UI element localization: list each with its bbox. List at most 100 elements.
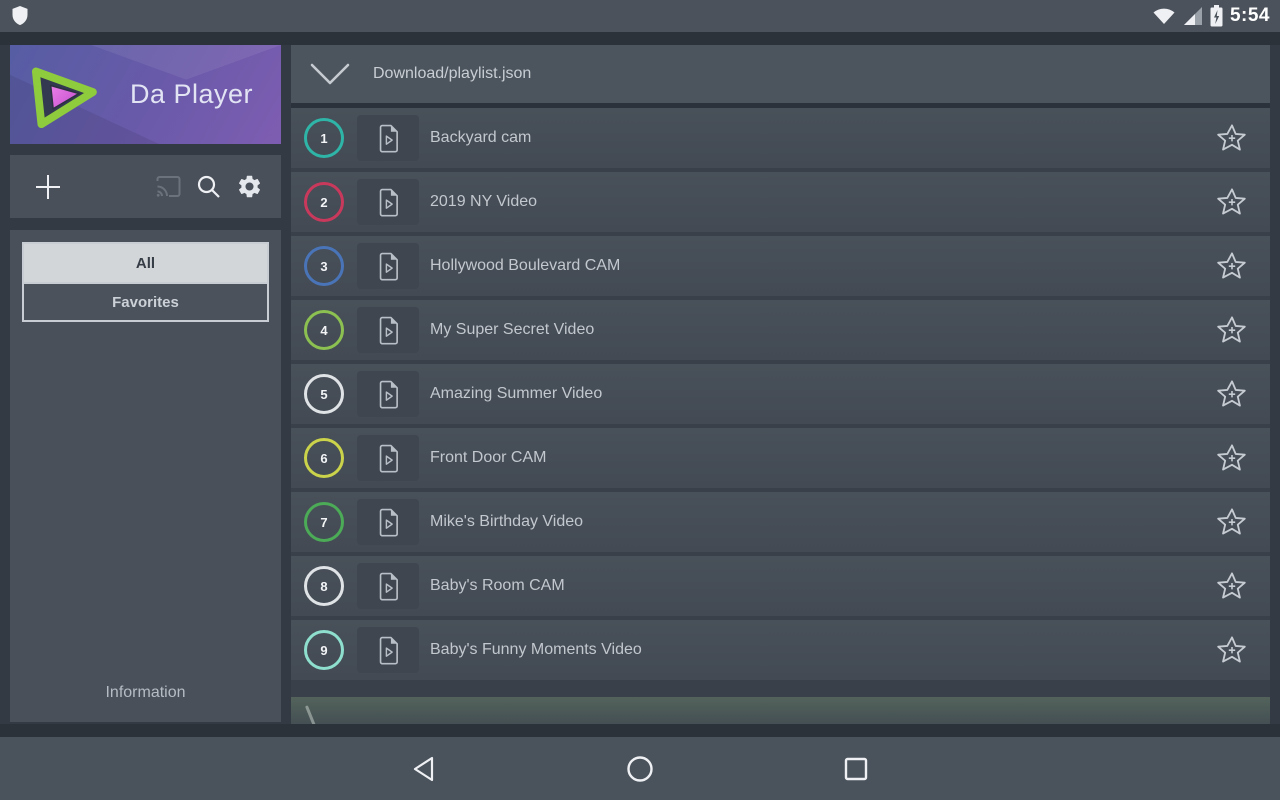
app-title: Da Player	[130, 79, 253, 110]
main-content: Download/playlist.json 1 Backyard cam	[291, 45, 1270, 737]
list-item-5[interactable]: 5 Amazing Summer Video	[291, 364, 1270, 424]
item-file-button[interactable]	[357, 179, 419, 225]
plus-icon	[34, 173, 62, 201]
list-item-1[interactable]: 1 Backyard cam	[291, 108, 1270, 168]
nav-back-button[interactable]	[412, 755, 436, 783]
favorite-star-button[interactable]	[1216, 571, 1248, 602]
wifi-icon	[1152, 6, 1176, 26]
cast-icon	[155, 175, 182, 198]
filter-tabs: All Favorites	[22, 242, 269, 322]
item-file-button[interactable]	[357, 371, 419, 417]
star-add-icon	[1216, 187, 1248, 218]
battery-charging-icon	[1210, 5, 1223, 27]
settings-button[interactable]	[236, 173, 263, 200]
item-title: Baby's Funny Moments Video	[430, 641, 642, 659]
playlist-path: Download/playlist.json	[373, 65, 531, 83]
video-file-icon	[377, 508, 400, 537]
star-add-icon	[1216, 635, 1248, 666]
home-icon	[626, 755, 654, 783]
item-title: Baby's Room CAM	[430, 577, 565, 595]
sidebar-filter-panel: All Favorites Information	[10, 230, 281, 722]
status-separator	[0, 32, 1280, 45]
nav-recents-button[interactable]	[843, 756, 869, 782]
item-number-badge: 7	[304, 502, 344, 542]
video-file-icon	[377, 444, 400, 473]
item-title: Hollywood Boulevard CAM	[430, 257, 620, 275]
favorite-star-button[interactable]	[1216, 315, 1248, 346]
list-item-9[interactable]: 9 Baby's Funny Moments Video	[291, 620, 1270, 680]
search-icon	[196, 174, 222, 200]
video-file-icon	[377, 252, 400, 281]
signal-icon	[1183, 6, 1203, 26]
favorite-star-button[interactable]	[1216, 123, 1248, 154]
favorite-star-button[interactable]	[1216, 635, 1248, 666]
star-add-icon	[1216, 379, 1248, 410]
video-file-icon	[377, 572, 400, 601]
favorite-star-button[interactable]	[1216, 251, 1248, 282]
app-logo-banner: Da Player	[10, 45, 281, 144]
sidebar-toolbar	[10, 155, 281, 218]
list-item-4[interactable]: 4 My Super Secret Video	[291, 300, 1270, 360]
item-file-button[interactable]	[357, 627, 419, 673]
status-time: 5:54	[1230, 5, 1270, 27]
recents-icon	[843, 756, 869, 782]
star-add-icon	[1216, 571, 1248, 602]
item-title: My Super Secret Video	[430, 321, 594, 339]
video-file-icon	[377, 380, 400, 409]
star-add-icon	[1216, 123, 1248, 154]
information-link[interactable]: Information	[10, 684, 281, 702]
star-add-icon	[1216, 315, 1248, 346]
item-file-button[interactable]	[357, 307, 419, 353]
list-item-3[interactable]: 3 Hollywood Boulevard CAM	[291, 236, 1270, 296]
bottom-separator	[0, 724, 1280, 737]
item-title: Backyard cam	[430, 129, 531, 147]
item-title: Amazing Summer Video	[430, 385, 602, 403]
video-file-icon	[377, 124, 400, 153]
list-item-7[interactable]: 7 Mike's Birthday Video	[291, 492, 1270, 552]
item-number-badge: 8	[304, 566, 344, 606]
item-file-button[interactable]	[357, 435, 419, 481]
favorite-star-button[interactable]	[1216, 379, 1248, 410]
item-number-badge: 9	[304, 630, 344, 670]
favorite-star-button[interactable]	[1216, 443, 1248, 474]
star-add-icon	[1216, 507, 1248, 538]
item-number-badge: 5	[304, 374, 344, 414]
item-title: 2019 NY Video	[430, 193, 537, 211]
star-add-icon	[1216, 443, 1248, 474]
play-logo-icon	[22, 55, 107, 135]
list-item-2[interactable]: 2 2019 NY Video	[291, 172, 1270, 232]
item-title: Front Door CAM	[430, 449, 546, 467]
status-bar: 5:54	[0, 0, 1280, 32]
favorite-star-button[interactable]	[1216, 507, 1248, 538]
android-nav-bar	[0, 737, 1280, 800]
item-number-badge: 3	[304, 246, 344, 286]
playlist-header[interactable]: Download/playlist.json	[291, 45, 1270, 103]
item-title: Mike's Birthday Video	[430, 513, 583, 531]
item-file-button[interactable]	[357, 499, 419, 545]
list-item-8[interactable]: 8 Baby's Room CAM	[291, 556, 1270, 616]
chevron-down-icon	[309, 61, 351, 87]
search-button[interactable]	[196, 174, 222, 200]
video-file-icon	[377, 316, 400, 345]
favorite-star-button[interactable]	[1216, 187, 1248, 218]
video-file-icon	[377, 636, 400, 665]
shield-icon	[10, 5, 30, 27]
item-file-button[interactable]	[357, 563, 419, 609]
nav-home-button[interactable]	[626, 755, 654, 783]
item-number-badge: 4	[304, 310, 344, 350]
add-playlist-button[interactable]	[34, 173, 62, 201]
tab-favorites[interactable]: Favorites	[24, 282, 267, 320]
item-file-button[interactable]	[357, 243, 419, 289]
item-file-button[interactable]	[357, 115, 419, 161]
back-icon	[412, 755, 436, 783]
list-item-6[interactable]: 6 Front Door CAM	[291, 428, 1270, 488]
item-number-badge: 6	[304, 438, 344, 478]
tab-all[interactable]: All	[24, 244, 267, 282]
cast-button[interactable]	[155, 175, 182, 198]
playlist: 1 Backyard cam 2	[291, 108, 1270, 697]
item-number-badge: 1	[304, 118, 344, 158]
gear-icon	[236, 173, 263, 200]
star-add-icon	[1216, 251, 1248, 282]
sidebar: Da Player	[10, 45, 281, 722]
item-number-badge: 2	[304, 182, 344, 222]
